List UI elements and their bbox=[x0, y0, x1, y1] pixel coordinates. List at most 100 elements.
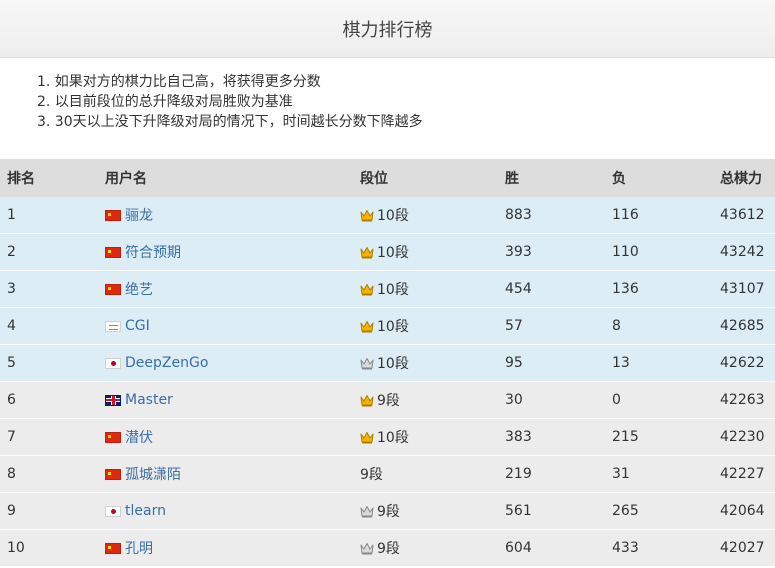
user-link[interactable]: 孤城潇陌 bbox=[125, 464, 181, 484]
wins-cell: 883 bbox=[505, 207, 532, 223]
losses-cell: 433 bbox=[612, 540, 639, 556]
flag-olympic-icon bbox=[105, 320, 121, 332]
header-score[interactable]: 总棋力 bbox=[715, 168, 775, 188]
rank-cell: 5 bbox=[7, 355, 16, 371]
wins-cell: 95 bbox=[505, 355, 523, 371]
flag-cn-icon bbox=[105, 283, 121, 295]
user-cell: 孤城潇陌 bbox=[100, 464, 355, 484]
flag-cn-icon bbox=[105, 246, 121, 258]
rank-cell: 3 bbox=[7, 281, 16, 297]
ranking-table: 排名 用户名 段位 胜 负 总棋力 1 骊龙 10段 883 116 43612 2 符合预期… bbox=[0, 159, 775, 567]
user-link[interactable]: 孔明 bbox=[125, 538, 153, 558]
table-row: 2 符合预期 10段 393 110 43242 bbox=[0, 234, 775, 271]
losses-cell: 215 bbox=[612, 429, 639, 445]
user-link[interactable]: 骊龙 bbox=[125, 205, 153, 225]
table-row: 7 潜伏 10段 383 215 42230 bbox=[0, 419, 775, 456]
wins-cell: 454 bbox=[505, 281, 532, 297]
wins-cell: 57 bbox=[505, 318, 523, 334]
user-link[interactable]: CGI bbox=[125, 318, 150, 334]
table-body: 1 骊龙 10段 883 116 43612 2 符合预期 10段 393 110 43242 3 绝艺 1… bbox=[0, 197, 775, 567]
level-label: 10段 bbox=[377, 430, 409, 446]
score-cell: 42230 bbox=[720, 429, 765, 445]
table-header-row: 排名 用户名 段位 胜 负 总棋力 bbox=[0, 159, 775, 197]
losses-cell: 136 bbox=[612, 281, 639, 297]
user-link[interactable]: tlearn bbox=[125, 503, 166, 519]
score-cell: 43242 bbox=[720, 244, 765, 260]
crown-icon bbox=[360, 283, 374, 295]
wins-cell: 561 bbox=[505, 503, 532, 519]
user-link[interactable]: DeepZenGo bbox=[125, 355, 208, 371]
level-cell: 9段 bbox=[355, 390, 500, 410]
wins-cell: 30 bbox=[505, 392, 523, 408]
wins-cell: 604 bbox=[505, 540, 532, 556]
flag-uk-icon bbox=[105, 394, 121, 406]
rank-cell: 10 bbox=[7, 540, 25, 556]
user-cell: 孔明 bbox=[100, 538, 355, 558]
level-label: 9段 bbox=[377, 541, 400, 557]
score-cell: 42064 bbox=[720, 503, 765, 519]
crown-icon bbox=[360, 431, 374, 443]
rank-cell: 1 bbox=[7, 207, 16, 223]
level-label: 9段 bbox=[377, 504, 400, 520]
level-label: 9段 bbox=[377, 393, 400, 409]
score-cell: 42622 bbox=[720, 355, 765, 371]
table-row: 6 Master 9段 30 0 42263 bbox=[0, 382, 775, 419]
level-cell: 9段 bbox=[355, 501, 500, 521]
user-cell: 符合预期 bbox=[100, 242, 355, 262]
losses-cell: 8 bbox=[612, 318, 621, 334]
table-row: 5 DeepZenGo 10段 95 13 42622 bbox=[0, 345, 775, 382]
rank-cell: 9 bbox=[7, 503, 16, 519]
user-link[interactable]: 潜伏 bbox=[125, 427, 153, 447]
level-cell: 9段 bbox=[355, 538, 500, 558]
score-cell: 43107 bbox=[720, 281, 765, 297]
header-level[interactable]: 段位 bbox=[355, 168, 500, 188]
rank-cell: 8 bbox=[7, 466, 16, 482]
header-rank[interactable]: 排名 bbox=[0, 168, 100, 188]
flag-jp-icon bbox=[105, 505, 121, 517]
note-1: 1. 如果对方的棋力比自己高，将获得更多分数 bbox=[37, 74, 321, 90]
level-label: 10段 bbox=[377, 282, 409, 298]
user-link[interactable]: 符合预期 bbox=[125, 242, 181, 262]
note-3: 3. 30天以上没下升降级对局的情况下，时间越长分数下降越多 bbox=[37, 114, 423, 130]
rank-cell: 7 bbox=[7, 429, 16, 445]
page-title: 棋力排行榜 bbox=[342, 19, 433, 41]
rank-cell: 6 bbox=[7, 392, 16, 408]
header-wins[interactable]: 胜 bbox=[500, 168, 607, 188]
level-cell: 9段 bbox=[355, 464, 500, 484]
score-cell: 42263 bbox=[720, 392, 765, 408]
losses-cell: 31 bbox=[612, 466, 630, 482]
score-cell: 42227 bbox=[720, 466, 765, 482]
level-cell: 10段 bbox=[355, 205, 500, 225]
user-link[interactable]: Master bbox=[125, 392, 173, 408]
table-row: 1 骊龙 10段 883 116 43612 bbox=[0, 197, 775, 234]
flag-cn-icon bbox=[105, 209, 121, 221]
table-row: 9 tlearn 9段 561 265 42064 bbox=[0, 493, 775, 530]
user-cell: CGI bbox=[100, 318, 355, 334]
flag-jp-icon bbox=[105, 357, 121, 369]
losses-cell: 13 bbox=[612, 355, 630, 371]
losses-cell: 265 bbox=[612, 503, 639, 519]
crown-icon bbox=[360, 505, 374, 517]
note-2: 2. 以目前段位的总升降级对局胜败为基准 bbox=[37, 94, 293, 110]
user-cell: 潜伏 bbox=[100, 427, 355, 447]
user-cell: tlearn bbox=[100, 503, 355, 519]
flag-cn-icon bbox=[105, 468, 121, 480]
table-row: 8 孤城潇陌 9段 219 31 42227 bbox=[0, 456, 775, 493]
level-label: 10段 bbox=[377, 319, 409, 335]
table-row: 3 绝艺 10段 454 136 43107 bbox=[0, 271, 775, 308]
page-header: 棋力排行榜 bbox=[0, 0, 775, 58]
flag-cn-icon bbox=[105, 542, 121, 554]
user-cell: Master bbox=[100, 392, 355, 408]
header-user[interactable]: 用户名 bbox=[100, 168, 355, 188]
table-row: 10 孔明 9段 604 433 42027 bbox=[0, 530, 775, 567]
score-cell: 42685 bbox=[720, 318, 765, 334]
wins-cell: 219 bbox=[505, 466, 532, 482]
crown-icon bbox=[360, 542, 374, 554]
header-losses[interactable]: 负 bbox=[607, 168, 715, 188]
losses-cell: 110 bbox=[612, 244, 639, 260]
flag-cn-icon bbox=[105, 431, 121, 443]
crown-icon bbox=[360, 394, 374, 406]
user-cell: DeepZenGo bbox=[100, 355, 355, 371]
user-link[interactable]: 绝艺 bbox=[125, 279, 153, 299]
crown-icon bbox=[360, 357, 374, 369]
